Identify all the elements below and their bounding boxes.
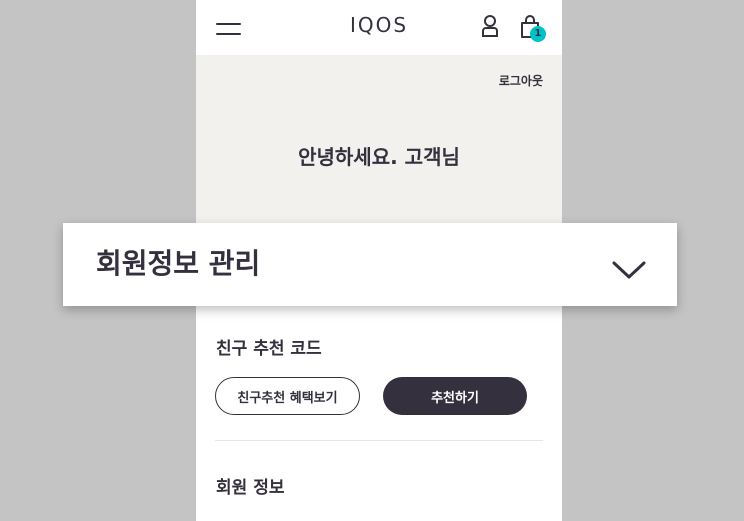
accordion-title: 회원정보 관리 [96, 247, 261, 280]
greeting-section: 로그아웃 안녕하세요. 고객님 [196, 55, 562, 225]
chevron-down-icon[interactable] [612, 261, 646, 279]
user-icon[interactable] [481, 14, 499, 38]
section-divider [215, 440, 543, 441]
top-header: IQOS 1 [196, 0, 562, 55]
recommend-button[interactable]: 추천하기 [383, 377, 527, 415]
iqos-logo[interactable]: IQOS [344, 14, 414, 36]
referral-code-title: 친구 추천 코드 [216, 339, 322, 359]
hamburger-menu-icon[interactable] [216, 19, 241, 37]
referral-benefit-button[interactable]: 친구추천 혜택보기 [215, 377, 360, 415]
cart-count-badge: 1 [530, 26, 546, 42]
member-info-title: 회원 정보 [216, 478, 285, 498]
logout-link[interactable]: 로그아웃 [499, 72, 543, 89]
greeting-text: 안녕하세요. 고객님 [298, 145, 460, 169]
member-management-accordion[interactable]: 회원정보 관리 [63, 223, 677, 306]
